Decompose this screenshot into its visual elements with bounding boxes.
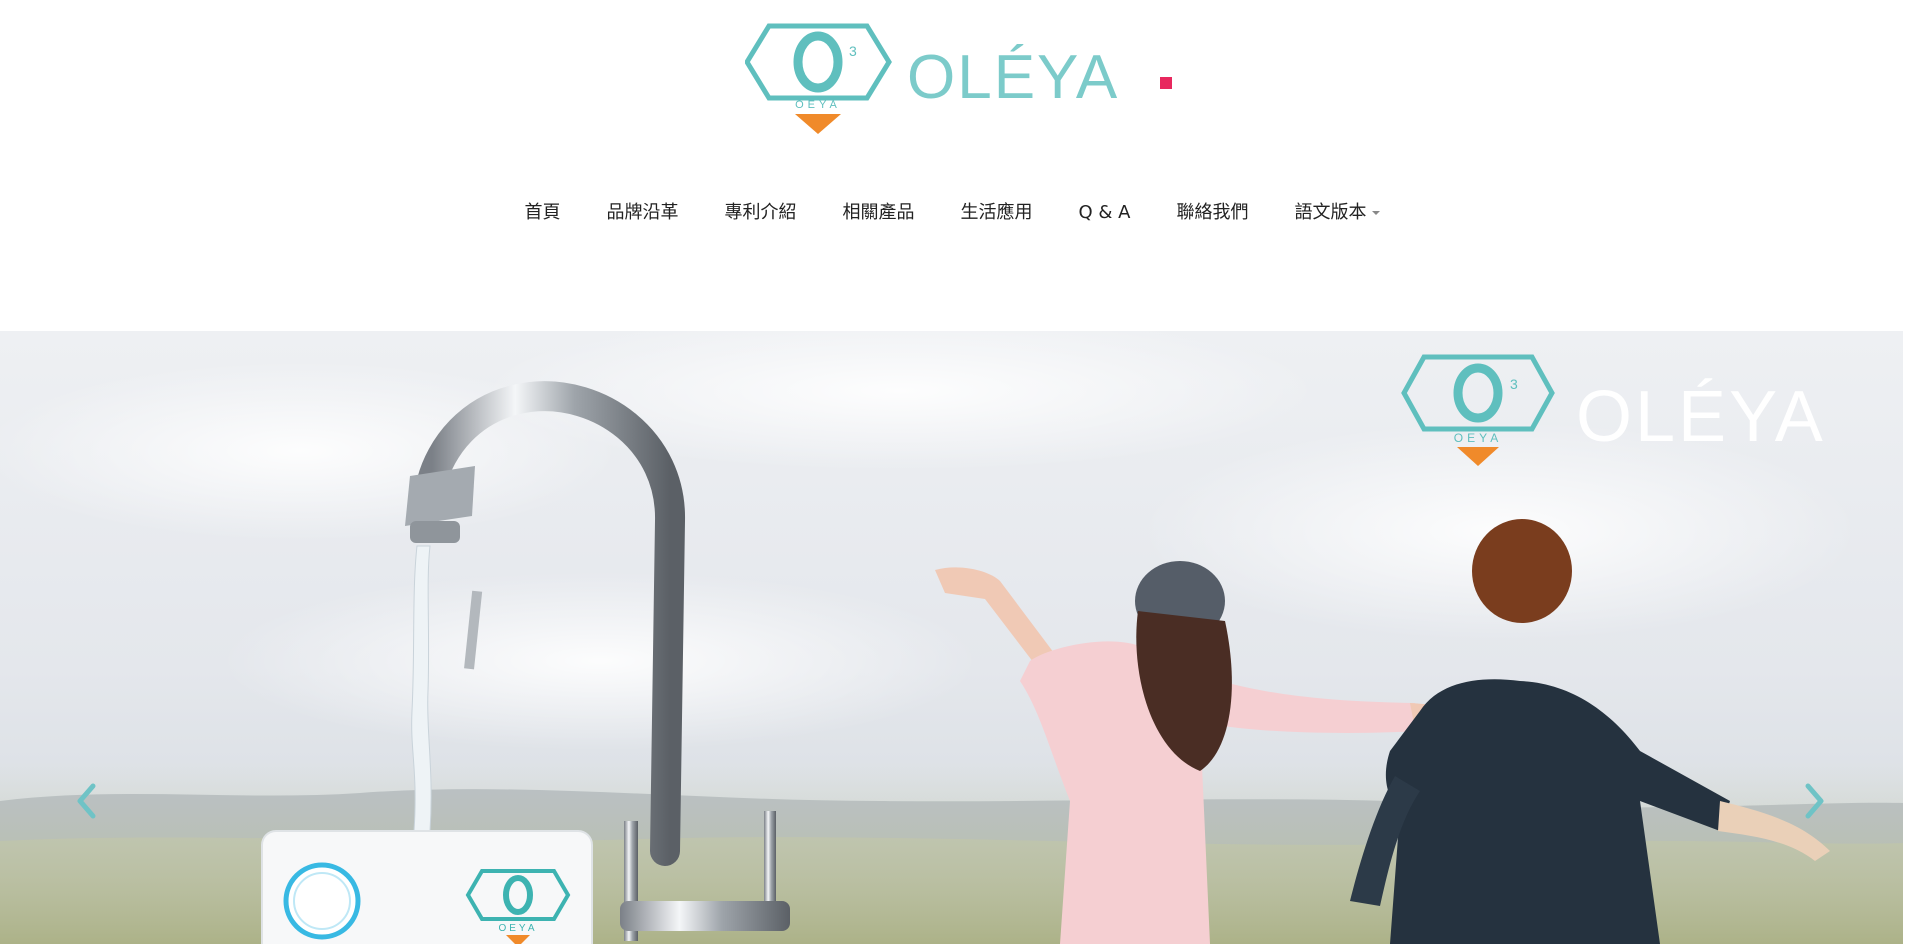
product-emblem-text: OEYA	[498, 923, 537, 934]
nav-item-language[interactable]: 語文版本	[1271, 198, 1403, 228]
nav-item-patents[interactable]: 專利介紹	[702, 198, 820, 228]
logo-emblem-icon: 3 OEYA	[745, 23, 892, 134]
main-nav: 首頁 品牌沿革 專利介紹 相關產品 生活應用 Q & A 聯絡我們 語文版本	[0, 198, 1905, 228]
logo-emblem-text: OEYA	[795, 99, 841, 111]
nav-label: 相關產品	[842, 202, 915, 223]
caret-down-icon	[1372, 211, 1381, 215]
logo-superscript: 3	[849, 43, 857, 59]
nav-item-home[interactable]: 首頁	[502, 198, 584, 228]
chevron-right-icon	[1805, 783, 1824, 819]
hero-logo-emblem-text: OEYA	[1454, 431, 1502, 445]
nav-label: 品牌沿革	[606, 202, 679, 223]
nav-label: 生活應用	[960, 202, 1033, 223]
nav-item-contact[interactable]: 聯絡我們	[1153, 198, 1271, 228]
brand-logo[interactable]: 3 OEYA OLÉYA	[745, 22, 1175, 140]
carousel-next-button[interactable]	[1795, 771, 1835, 831]
nav-label: 專利介紹	[724, 202, 797, 223]
hero-logo-superscript: 3	[1510, 376, 1518, 392]
nav-label: 聯絡我們	[1176, 202, 1249, 223]
hero-image: 3 OEYA OLÉYA OEYA	[0, 331, 1905, 944]
nav-label: 語文版本	[1294, 202, 1367, 223]
nav-item-products[interactable]: 相關產品	[820, 198, 938, 228]
water-purifier-product: OEYA	[261, 830, 593, 944]
hero-carousel: 3 OEYA OLÉYA OEYA	[0, 331, 1905, 944]
nav-item-brand-history[interactable]: 品牌沿革	[584, 198, 702, 228]
site-header: 3 OEYA OLÉYA 首頁 品牌沿革 專利介紹 相關產品 生活應用 Q & …	[0, 0, 1905, 330]
carousel-prev-button[interactable]	[66, 771, 106, 831]
logo-wordmark: OLÉYA	[907, 43, 1119, 112]
nav-label: 首頁	[524, 202, 561, 223]
chevron-left-icon	[77, 783, 96, 819]
nav-label: Q & A	[1078, 202, 1131, 223]
hero-logo-wordmark: OLÉYA	[1576, 377, 1826, 457]
nav-item-applications[interactable]: 生活應用	[938, 198, 1056, 228]
logo-accent-square	[1160, 77, 1172, 89]
nav-item-qa[interactable]: Q & A	[1056, 198, 1154, 228]
